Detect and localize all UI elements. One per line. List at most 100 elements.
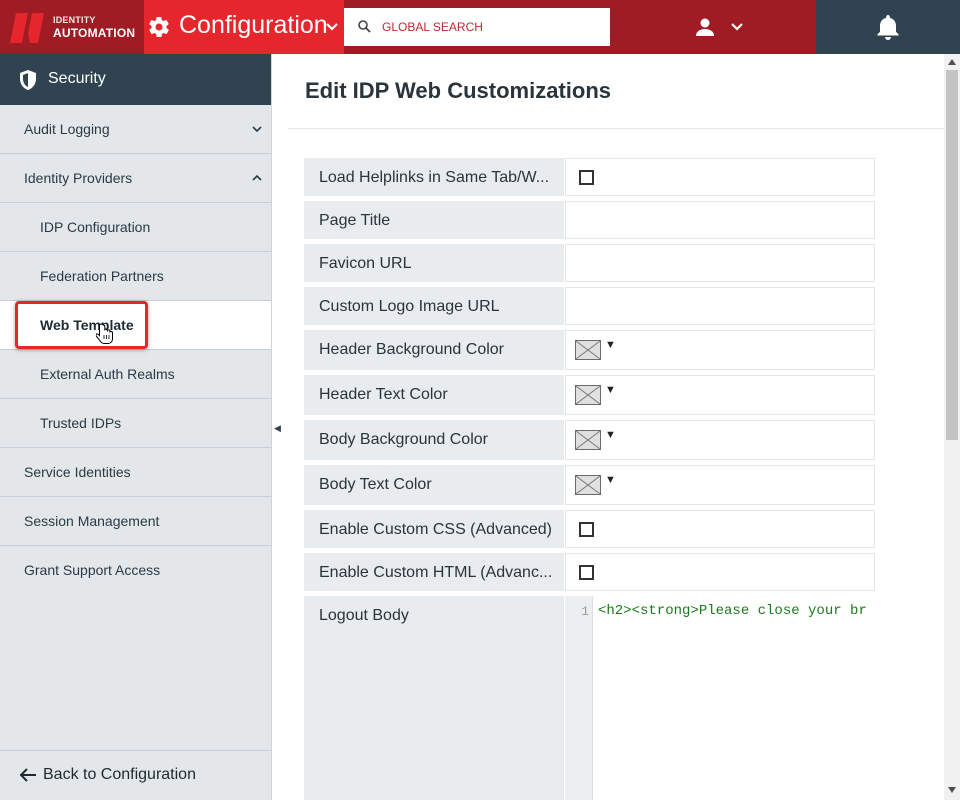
bell-icon xyxy=(877,15,899,40)
code-line: <h2><strong>Please close your br xyxy=(598,603,867,619)
sidebar-section-title: Security xyxy=(48,70,106,87)
body-text-color-swatch[interactable] xyxy=(575,475,601,495)
sidebar-item-label: Trusted IDPs xyxy=(40,415,122,431)
field-body-text-color: Body Text Color ▼ xyxy=(304,465,875,505)
field-label: Enable Custom CSS (Advanced) xyxy=(304,510,564,548)
field-value xyxy=(565,287,875,325)
sidebar-item-label: Federation Partners xyxy=(40,268,164,284)
configuration-title: Configuration xyxy=(179,11,328,39)
field-enable-custom-html: Enable Custom HTML (Advanc... xyxy=(304,553,875,591)
field-value: ▼ xyxy=(565,375,875,415)
custom-logo-url-input[interactable] xyxy=(566,288,874,324)
scroll-down-arrow-icon[interactable] xyxy=(948,787,956,793)
field-value: ▼ xyxy=(565,465,875,505)
sidebar-item-label: Audit Logging xyxy=(24,121,110,137)
back-link-label: Back to Configuration xyxy=(43,766,196,783)
field-value xyxy=(565,158,875,196)
field-label: Logout Body xyxy=(304,596,564,800)
sidebar-item-audit-logging[interactable]: Audit Logging xyxy=(0,105,271,154)
header-text-color-swatch[interactable] xyxy=(575,385,601,405)
field-label: Favicon URL xyxy=(304,244,564,282)
color-dropdown-caret-icon[interactable]: ▼ xyxy=(605,339,616,351)
sidebar-item-identity-providers[interactable]: Identity Providers xyxy=(0,154,271,203)
chevron-down-icon xyxy=(326,23,338,31)
field-label: Custom Logo Image URL xyxy=(304,287,564,325)
sidebar-item-label: Identity Providers xyxy=(24,170,133,186)
sidebar-item-label: Service Identities xyxy=(24,464,131,480)
shield-icon xyxy=(20,70,36,90)
body-background-color-swatch[interactable] xyxy=(575,430,601,450)
scroll-up-arrow-icon[interactable] xyxy=(948,59,956,65)
main-content: Edit IDP Web Customizations Load Helplin… xyxy=(288,54,944,800)
field-label: Header Text Color xyxy=(304,375,564,415)
sidebar-item-service-identities[interactable]: Service Identities xyxy=(0,448,271,497)
sidebar-item-label: Grant Support Access xyxy=(24,562,161,578)
chevron-up-icon xyxy=(252,174,262,181)
page-title: Edit IDP Web Customizations xyxy=(305,78,611,103)
field-value: 1 <h2><strong>Please close your br xyxy=(565,596,875,800)
chevron-down-icon xyxy=(731,23,743,31)
sidebar-item-federation-partners[interactable]: Federation Partners xyxy=(0,252,271,301)
field-logout-body: Logout Body 1 <h2><strong>Please close y… xyxy=(304,596,875,800)
field-header-text-color: Header Text Color ▼ xyxy=(304,375,875,415)
back-to-configuration-link[interactable]: Back to Configuration xyxy=(0,750,271,800)
sidebar-collapse-handle[interactable]: ◀ xyxy=(274,423,281,434)
field-value: ▼ xyxy=(565,330,875,370)
global-search-box[interactable] xyxy=(344,8,610,46)
favicon-url-input[interactable] xyxy=(566,245,874,281)
field-value xyxy=(565,510,875,548)
page-title-input[interactable] xyxy=(566,202,874,238)
logout-body-code-editor[interactable]: 1 <h2><strong>Please close your br xyxy=(565,596,875,800)
chevron-down-icon xyxy=(252,126,262,133)
line-number: 1 xyxy=(581,604,589,619)
field-custom-logo-url: Custom Logo Image URL xyxy=(304,287,875,325)
sidebar-item-grant-support-access[interactable]: Grant Support Access xyxy=(0,546,271,595)
brand-line-1: IDENTITY xyxy=(53,15,96,25)
header-background-color-swatch[interactable] xyxy=(575,340,601,360)
title-divider xyxy=(288,128,944,129)
sidebar-item-session-management[interactable]: Session Management xyxy=(0,497,271,546)
notifications-button[interactable] xyxy=(816,0,960,54)
color-dropdown-caret-icon[interactable]: ▼ xyxy=(605,474,616,486)
field-label: Page Title xyxy=(304,201,564,239)
field-label: Body Background Color xyxy=(304,420,564,460)
color-dropdown-caret-icon[interactable]: ▼ xyxy=(605,429,616,441)
gear-icon xyxy=(149,16,169,38)
field-label: Load Helplinks in Same Tab/W... xyxy=(304,158,564,196)
sidebar-item-trusted-idps[interactable]: Trusted IDPs xyxy=(0,399,271,448)
field-value xyxy=(565,201,875,239)
enable-custom-css-checkbox[interactable] xyxy=(579,522,594,537)
field-label: Body Text Color xyxy=(304,465,564,505)
field-favicon-url: Favicon URL xyxy=(304,244,875,282)
brand-line-2: AUTOMATION xyxy=(53,26,136,40)
configuration-menu-button[interactable]: Configuration xyxy=(144,0,344,54)
user-menu-button[interactable] xyxy=(690,14,750,40)
search-icon xyxy=(358,20,371,33)
field-value xyxy=(565,244,875,282)
color-dropdown-caret-icon[interactable]: ▼ xyxy=(605,384,616,396)
global-search-input[interactable] xyxy=(382,16,602,38)
field-value: ▼ xyxy=(565,420,875,460)
scrollbar-thumb[interactable] xyxy=(946,70,958,440)
sidebar-item-label: Session Management xyxy=(24,513,160,529)
sidebar-section-header: Security xyxy=(0,54,271,105)
sidebar-item-external-auth-realms[interactable]: External Auth Realms xyxy=(0,350,271,399)
field-header-background-color: Header Background Color ▼ xyxy=(304,330,875,370)
sidebar: Security Audit Logging Identity Provider… xyxy=(0,54,272,800)
brand-logo[interactable]: IDENTITY AUTOMATION xyxy=(0,0,144,54)
field-label: Enable Custom HTML (Advanc... xyxy=(304,553,564,591)
arrow-left-icon xyxy=(19,768,36,782)
pointer-cursor-icon xyxy=(96,323,113,344)
top-bar: IDENTITY AUTOMATION Configuration xyxy=(0,0,960,54)
load-helplinks-checkbox[interactable] xyxy=(579,170,594,185)
field-label: Header Background Color xyxy=(304,330,564,370)
main-scrollbar[interactable] xyxy=(944,54,960,800)
field-page-title: Page Title xyxy=(304,201,875,239)
sidebar-item-label: External Auth Realms xyxy=(40,366,175,382)
field-value xyxy=(565,553,875,591)
sidebar-item-idp-configuration[interactable]: IDP Configuration xyxy=(0,203,271,252)
enable-custom-html-checkbox[interactable] xyxy=(579,565,594,580)
sidebar-item-web-template[interactable]: Web Template xyxy=(0,301,271,350)
field-load-helplinks: Load Helplinks in Same Tab/W... xyxy=(304,158,875,196)
identity-automation-logo-icon xyxy=(10,13,44,43)
